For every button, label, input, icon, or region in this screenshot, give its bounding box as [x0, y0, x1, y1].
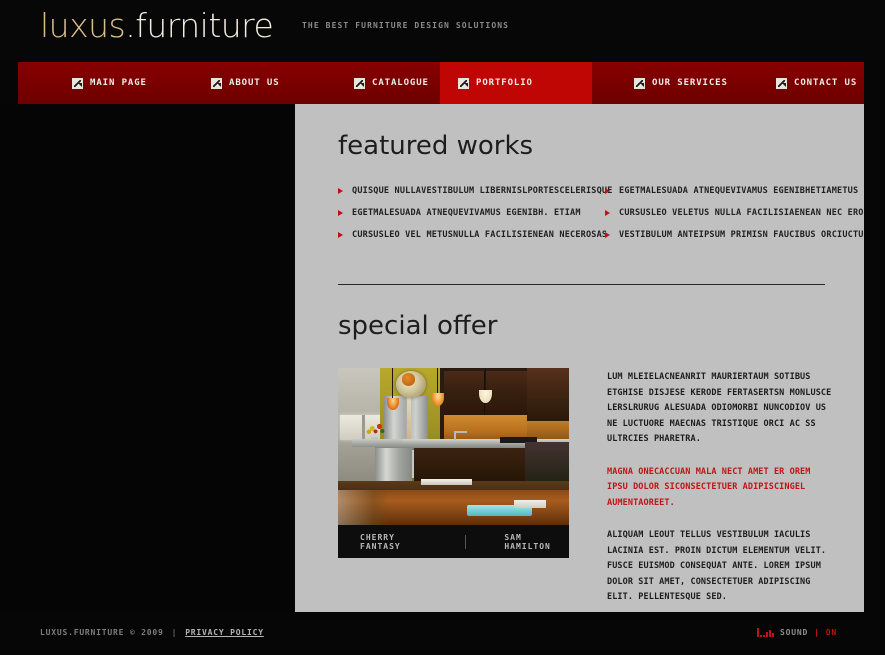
nav-item-portfolio[interactable]: PORTFOLIO	[440, 62, 592, 104]
featured-work-label: EGETMALESUADA ATNEQUEVIVAMUS EGENIBHETIA…	[619, 186, 859, 196]
arrow-down-right-icon	[458, 77, 469, 89]
offer-paragraph-highlight: MAGNA ONECACCUAN MALA NECT AMET ER OREM …	[607, 466, 811, 508]
featured-work-item[interactable]: CURSUSLEO VELETUS NULLA FACILISIAENEAN N…	[605, 208, 864, 219]
site-logo[interactable]: luxus.furniture	[40, 6, 274, 45]
special-offer-photo[interactable]: CHERRY FANTASY SAM HAMILTON	[338, 368, 569, 558]
featured-works-list-right: EGETMALESUADA ATNEQUEVIVAMUS EGENIBHETIA…	[605, 186, 864, 252]
offer-paragraph: LUM MLEIELACNEANRIT MAURIERTAUM SOTIBUS …	[607, 372, 832, 444]
site-tagline: THE BEST FURNITURE DESIGN SOLUTIONS	[302, 21, 510, 30]
featured-work-item[interactable]: QUISQUE NULLAVESTIBULUM LIBERNISLPORTESC…	[338, 186, 612, 197]
arrow-down-right-icon	[211, 77, 222, 89]
nav-item-catalogue[interactable]: CATALOGUE	[336, 62, 447, 104]
nav-label: OUR SERVICES	[652, 78, 728, 88]
sound-label: SOUND	[780, 628, 809, 637]
photo-caption-bar: CHERRY FANTASY SAM HAMILTON	[338, 525, 569, 558]
page-root: ✦ ✦ ✦ ✦ ✦ ✦ luxus.furniture THE BEST FUR…	[0, 0, 885, 655]
footer-copyright: LUXUS.FURNITURE © 2009	[40, 628, 164, 637]
footer-separator: |	[171, 628, 178, 637]
arrow-right-icon	[338, 210, 343, 216]
featured-work-label: QUISQUE NULLAVESTIBULUM LIBERNISLPORTESC…	[352, 186, 613, 196]
nav-label: CATALOGUE	[372, 78, 429, 88]
arrow-right-icon	[605, 188, 610, 194]
featured-work-item[interactable]: EGETMALESUADA ATNEQUEVIVAMUS EGENIBH. ET…	[338, 208, 588, 219]
nav-label: CONTACT US	[794, 78, 858, 88]
site-header: luxus.furniture THE BEST FURNITURE DESIG…	[0, 0, 885, 62]
arrow-right-icon	[338, 232, 343, 238]
section-divider	[338, 284, 825, 285]
arrow-right-icon	[605, 232, 610, 238]
left-sidebar-panel	[0, 104, 295, 612]
arrow-right-icon	[338, 188, 343, 194]
nav-item-about-us[interactable]: ABOUT US	[193, 62, 298, 104]
photo-caption-author: SAM HAMILTON	[504, 532, 551, 551]
arrow-down-right-icon	[354, 77, 365, 89]
site-footer: LUXUS.FURNITURE © 2009 | PRIVACY POLICY …	[0, 612, 885, 655]
featured-work-item[interactable]: CURSUSLEO VEL METUSNULLA FACILISIENEAN N…	[338, 230, 607, 241]
arrow-down-right-icon	[776, 77, 787, 89]
special-offer-title: special offer	[338, 311, 498, 341]
featured-work-label: EGETMALESUADA ATNEQUEVIVAMUS EGENIBH. ET…	[352, 208, 581, 218]
featured-work-label: CURSUSLEO VELETUS NULLA FACILISIAENEAN N…	[619, 208, 864, 218]
footer-right: SOUND | ON	[757, 628, 837, 637]
nav-label: ABOUT US	[229, 78, 280, 88]
equalizer-icon	[757, 628, 775, 637]
nav-item-main-page[interactable]: MAIN PAGE	[54, 62, 165, 104]
logo-primary: luxus	[40, 6, 126, 45]
nav-label: MAIN PAGE	[90, 78, 147, 88]
featured-works-title: featured works	[338, 131, 534, 161]
featured-work-label: VESTIBULUM ANTEIPSUM PRIMISN FAUCIBUS OR…	[619, 230, 864, 240]
arrow-down-right-icon	[72, 77, 83, 89]
caption-divider	[465, 534, 467, 549]
photo-caption-title: CHERRY FANTASY	[360, 532, 401, 551]
nav-item-our-services[interactable]: OUR SERVICES	[616, 62, 746, 104]
arrow-right-icon	[605, 210, 610, 216]
privacy-policy-link[interactable]: PRIVACY POLICY	[185, 628, 264, 637]
featured-work-item[interactable]: VESTIBULUM ANTEIPSUM PRIMISN FAUCIBUS OR…	[605, 230, 864, 241]
featured-works-list-left: QUISQUE NULLAVESTIBULUM LIBERNISLPORTESC…	[338, 186, 612, 252]
sound-toggle[interactable]: ON	[826, 628, 837, 637]
arrow-down-right-icon	[634, 77, 645, 89]
sound-separator: |	[814, 628, 820, 637]
logo-secondary: .furniture	[125, 6, 274, 45]
featured-work-item[interactable]: EGETMALESUADA ATNEQUEVIVAMUS EGENIBHETIA…	[605, 186, 858, 197]
main-navigation: MAIN PAGE ABOUT US CATALOGUE PORTFOLIO O…	[18, 62, 864, 104]
special-offer-text-column: LUM MLEIELACNEANRIT MAURIERTAUM SOTIBUS …	[607, 370, 835, 606]
offer-paragraph: ALIQUAM LEOUT TELLUS VESTIBULUM IACULIS …	[607, 530, 827, 602]
kitchen-interior-photo	[338, 368, 569, 525]
nav-item-contact-us[interactable]: CONTACT US	[758, 62, 864, 104]
featured-work-label: CURSUSLEO VEL METUSNULLA FACILISIENEAN N…	[352, 230, 608, 240]
footer-left: LUXUS.FURNITURE © 2009 | PRIVACY POLICY	[40, 628, 264, 637]
nav-label: PORTFOLIO	[476, 78, 533, 88]
